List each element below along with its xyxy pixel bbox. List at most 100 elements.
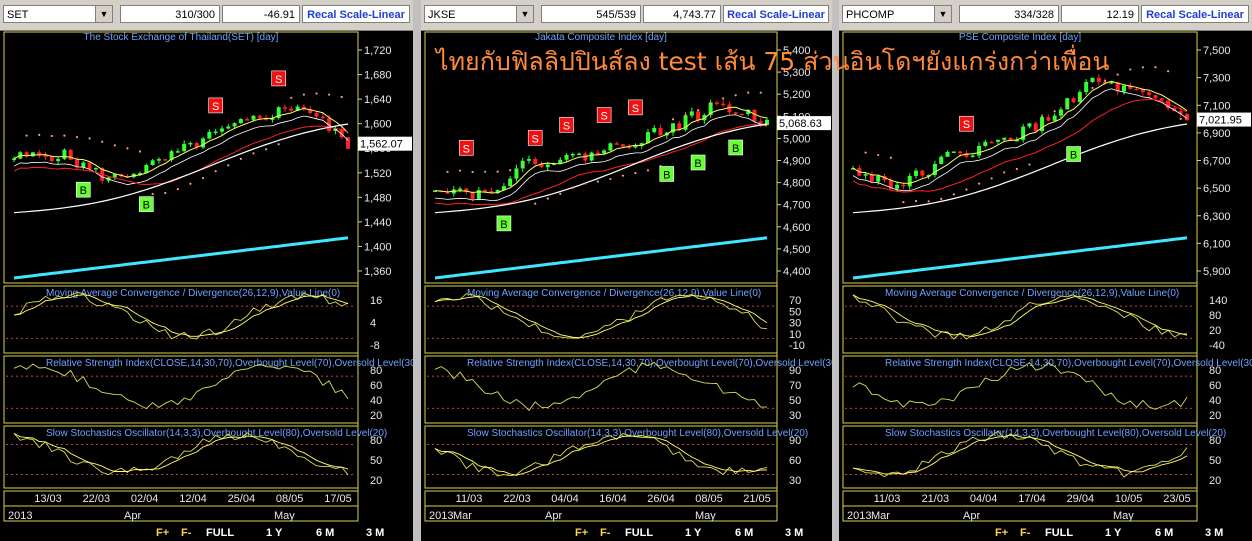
zoom-in-button[interactable]: F+: [156, 527, 169, 539]
candle-body: [207, 131, 212, 139]
candle-body: [1109, 82, 1114, 84]
year-suffix-label: Mar: [453, 510, 472, 522]
sar-dot: [940, 197, 943, 201]
range-3m-button[interactable]: 3 M: [366, 527, 384, 539]
macd-tick-label: 140: [1209, 295, 1227, 307]
candle-body: [608, 143, 613, 151]
zoom-out-button[interactable]: F-: [1020, 527, 1031, 539]
range-6m-button[interactable]: 6 M: [735, 527, 753, 539]
rsi-tick-label: 40: [1209, 395, 1221, 407]
sar-dot: [864, 151, 867, 154]
last-price-label: 7,021.95: [1199, 115, 1242, 127]
full-range-button[interactable]: FULL: [1045, 527, 1073, 539]
candle-body: [920, 170, 925, 176]
signal-label: S: [600, 111, 607, 123]
zoom-out-button[interactable]: F-: [600, 527, 611, 539]
sar-dot: [927, 200, 930, 203]
candle-body: [320, 116, 325, 119]
candle-body: [470, 192, 475, 199]
signal-label: B: [1070, 150, 1077, 162]
sar-dot: [1166, 70, 1170, 73]
candle-body: [545, 164, 550, 168]
full-range-button[interactable]: FULL: [206, 527, 234, 539]
price-tick-label: 5,200: [783, 89, 811, 101]
ma-longest-line: [434, 236, 768, 280]
date-tick-label: 02/04: [131, 493, 159, 505]
candle-body: [163, 159, 168, 161]
price-tick-label: 1,720: [364, 45, 392, 57]
sar-dot: [446, 170, 449, 173]
signal-label: S: [963, 119, 970, 131]
candle-body: [983, 141, 988, 146]
candle-body: [1052, 115, 1057, 121]
sar-dot: [75, 135, 79, 139]
candle-body: [1033, 123, 1038, 131]
candle-body: [232, 123, 237, 127]
price-title: The Stock Exchange of Thailand(SET) [day…: [84, 32, 279, 43]
chart-panel-set: SET ▼ 310/300 -46.91 Recal Scale-Linear T…: [0, 0, 413, 541]
range-3m-button[interactable]: 3 M: [1205, 527, 1223, 539]
candle-body: [219, 128, 224, 132]
last-price-label: 5,068.63: [779, 118, 822, 130]
sar-dot: [889, 156, 892, 159]
range-3m-button[interactable]: 3 M: [785, 527, 803, 539]
stoch-tick-label: 90: [789, 435, 801, 447]
sar-dot: [747, 91, 750, 94]
candle-body: [721, 103, 726, 106]
zoom-in-button[interactable]: F+: [995, 527, 1008, 539]
rsi-title: Relative Strength Index(CLOSE,14,30,70),…: [467, 358, 832, 369]
date-tick-label: 21/03: [922, 493, 950, 505]
candle-body: [314, 113, 319, 117]
sar-dot: [38, 133, 41, 136]
sar-dot: [609, 177, 612, 181]
ma-band-line: [852, 88, 1188, 192]
stoch-line: [434, 432, 768, 477]
sar-dot: [1053, 110, 1056, 113]
price-tick-label: 7,300: [1203, 73, 1231, 85]
range-6m-button[interactable]: 6 M: [1155, 527, 1173, 539]
zoom-in-button[interactable]: F+: [575, 527, 588, 539]
macd-line: [13, 292, 349, 340]
sar-dot: [252, 152, 255, 155]
candle-body: [595, 152, 600, 155]
sar-dot: [1091, 86, 1094, 90]
candle-body: [1071, 98, 1076, 103]
date-tick-label: 04/04: [970, 493, 998, 505]
range-1y-button[interactable]: 1 Y: [685, 527, 702, 539]
candle-body: [1084, 81, 1089, 93]
range-1y-button[interactable]: 1 Y: [1105, 527, 1122, 539]
rsi-tick-label: 70: [789, 380, 801, 392]
macd-signal-line: [13, 294, 349, 337]
rsi-tick-label: 30: [789, 410, 801, 422]
candle-body: [282, 107, 287, 109]
range-1y-button[interactable]: 1 Y: [266, 527, 283, 539]
chart-canvas[interactable]: The Stock Exchange of Thailand(SET) [day…: [0, 0, 413, 541]
price-tick-label: 6,500: [1203, 183, 1231, 195]
candle-body: [958, 151, 963, 154]
rsi-tick-label: 20: [370, 410, 382, 422]
candle-body: [714, 102, 719, 104]
macd-tick-label: -10: [789, 340, 805, 352]
full-range-button[interactable]: FULL: [625, 527, 653, 539]
range-6m-button[interactable]: 6 M: [316, 527, 334, 539]
sar-dot: [290, 96, 293, 99]
macd-tick-label: 70: [789, 295, 801, 307]
candle-body: [156, 159, 161, 161]
candle-body: [30, 152, 35, 157]
candle-body: [93, 167, 98, 170]
candle-body: [182, 143, 187, 152]
sar-dot: [534, 202, 537, 205]
stoch-title: Slow Stochastics Oscillator(14,3,3),Over…: [46, 428, 387, 439]
candle-body: [251, 115, 256, 120]
candle-body: [945, 152, 950, 157]
last-price-label: 1,562.07: [360, 139, 403, 151]
signal-label: S: [563, 120, 570, 132]
candle-body: [1159, 98, 1164, 101]
price-tick-label: 4,500: [783, 244, 811, 256]
candle-body: [570, 154, 575, 156]
zoom-out-button[interactable]: F-: [181, 527, 192, 539]
sar-dot: [1141, 66, 1144, 69]
month-label: Apr: [545, 510, 562, 522]
sar-dot: [952, 193, 955, 196]
sar-dot: [621, 174, 625, 177]
